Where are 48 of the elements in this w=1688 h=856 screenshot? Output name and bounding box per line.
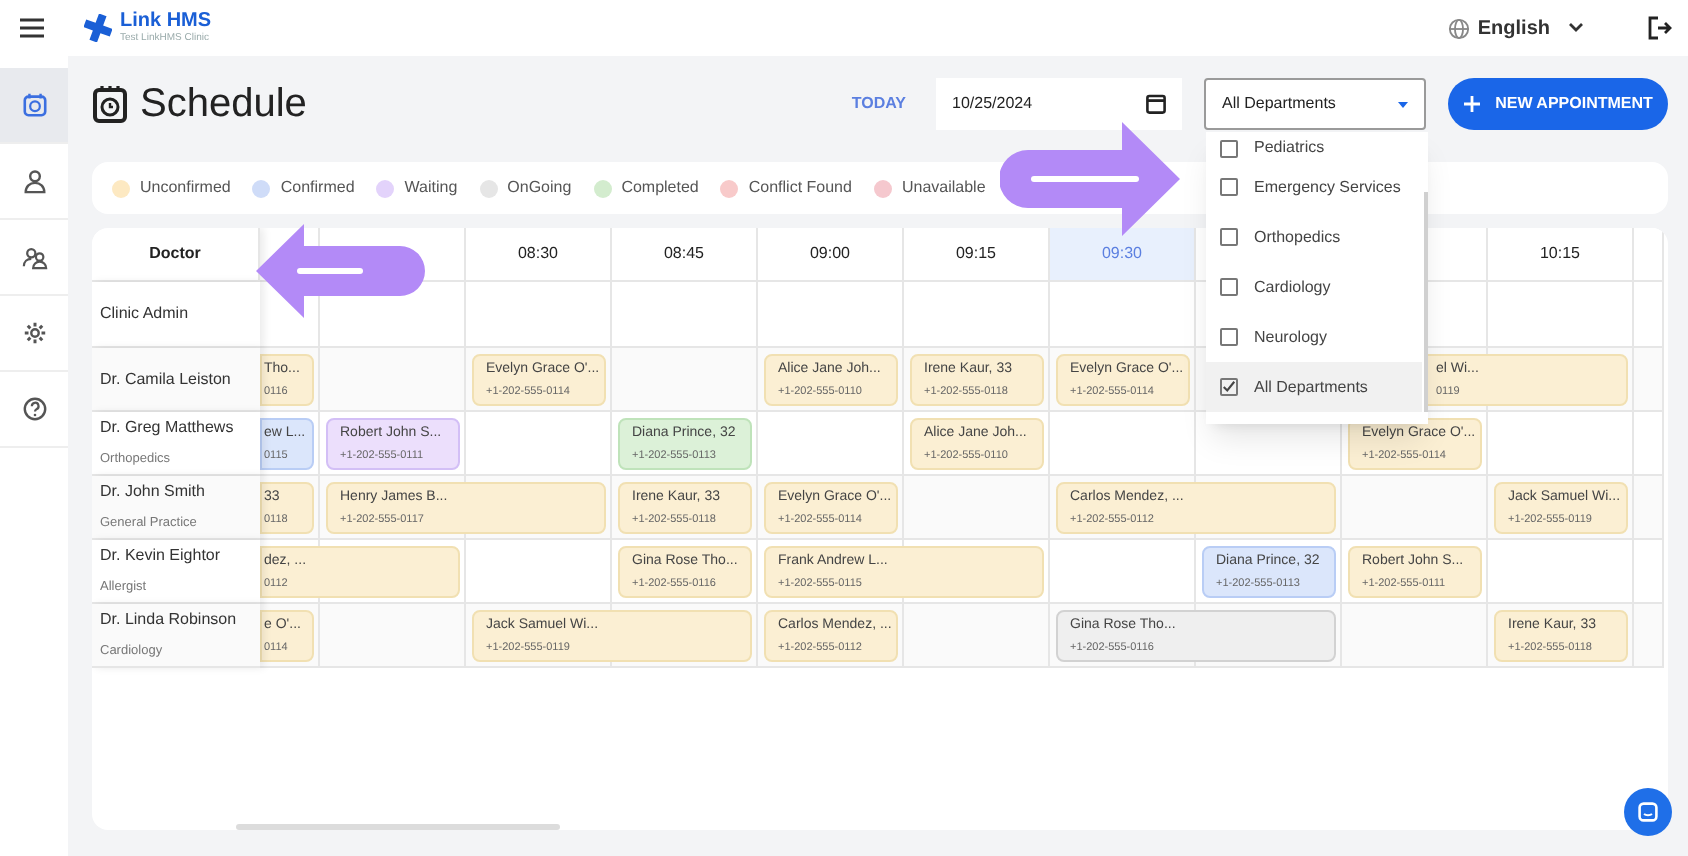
page-title: Schedule	[140, 80, 307, 130]
logo-icon	[84, 14, 112, 42]
caret-icon[interactable]	[1398, 101, 1408, 107]
doctor-name: Dr. Camila Leiston	[100, 367, 233, 391]
column-header: 08:30	[466, 228, 612, 282]
calendar-clock-icon[interactable]	[21, 92, 47, 118]
checkbox[interactable]	[1220, 378, 1238, 396]
chevron-down-icon[interactable]	[1568, 22, 1584, 34]
column-header: Doctor	[92, 228, 260, 282]
column-header: 09:00	[758, 228, 904, 282]
checkbox[interactable]	[1220, 228, 1238, 246]
legend-label: Confirmed	[280, 176, 355, 200]
checkbox[interactable]	[1220, 278, 1238, 296]
legend-label: OnGoing	[507, 176, 572, 200]
menu-icon[interactable]	[20, 18, 44, 38]
column-header: 09:15	[904, 228, 1050, 282]
checkbox[interactable]	[1220, 178, 1238, 196]
department-select[interactable]: All Departments	[1204, 78, 1426, 130]
checkbox[interactable]	[1220, 328, 1238, 346]
help-icon[interactable]	[21, 396, 47, 422]
checkbox[interactable]	[1220, 139, 1238, 157]
globe-icon	[1447, 17, 1470, 39]
logout-icon[interactable]	[1648, 16, 1672, 40]
column-header: 10:15	[1488, 228, 1634, 282]
column-header: 08:45	[612, 228, 758, 282]
doctor-name: Dr. Kevin Eightor	[100, 544, 223, 569]
column-header: 09:30	[1050, 228, 1196, 282]
doctor-name: Dr. Greg Matthews	[100, 416, 236, 441]
legend-label: Waiting	[404, 176, 458, 200]
language-selector[interactable]: English	[1477, 13, 1550, 43]
legend-label: Completed	[621, 176, 699, 200]
app-name: Link HMS	[120, 12, 212, 32]
chat-button[interactable]	[1624, 788, 1672, 836]
legend-label: Conflict Found	[748, 176, 852, 200]
person-icon[interactable]	[21, 168, 47, 194]
plus-icon	[1463, 96, 1480, 112]
doctor-name: Dr. Linda Robinson	[100, 608, 239, 633]
date-field[interactable]: 10/25/2024	[936, 78, 1182, 130]
calendar-icon[interactable]	[1146, 94, 1166, 114]
people-icon[interactable]	[21, 244, 47, 270]
settings-icon[interactable]	[21, 320, 47, 346]
new-appointment-button[interactable]: NEW APPOINTMENT	[1448, 78, 1668, 130]
calendar-clock-icon	[92, 84, 128, 124]
doctor-name: Clinic Admin	[100, 302, 191, 326]
legend-label: Unavailable	[901, 176, 986, 200]
doctor-name: Dr. John Smith	[100, 480, 207, 505]
chat-icon	[1638, 802, 1658, 822]
legend-label: Unconfirmed	[140, 176, 231, 200]
